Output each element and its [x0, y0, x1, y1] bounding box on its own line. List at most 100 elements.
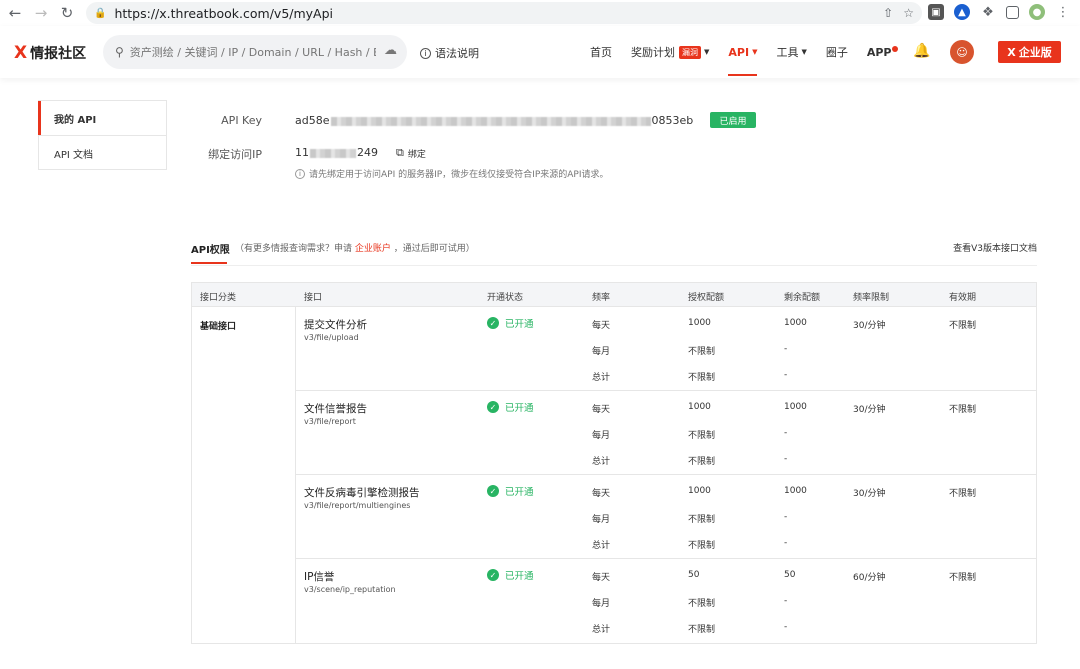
quota-cell: 1000 [688, 318, 711, 328]
copy-icon: ⧉ [396, 146, 404, 159]
bound-ip-value: 11 249 [295, 146, 378, 159]
threatbook-x-icon: X [14, 43, 28, 63]
period-cell: 每天 [592, 489, 611, 499]
nav-api[interactable]: API ▼ [728, 26, 758, 78]
nav-circle-label: 圈子 [825, 46, 848, 59]
upload-cloud-icon[interactable]: ☁ [384, 43, 397, 58]
syntax-label: 语法说明 [435, 47, 479, 60]
sidebar-item-api-docs[interactable]: API 文档 [39, 136, 166, 171]
search-icon: ⚲ [115, 45, 124, 59]
bind-label: 绑定 [407, 149, 426, 160]
info-icon: i [420, 47, 431, 59]
sidebar-item-label: API 文档 [54, 150, 93, 161]
extensions-puzzle-icon[interactable]: ❖ [980, 4, 996, 20]
browser-toolbar: ← → ↻ 🔒 https://x.threatbook.com/v5/myAp… [0, 0, 1080, 26]
syntax-help-link[interactable]: i 语法说明 [420, 45, 479, 61]
status-text: 已开通 [505, 403, 534, 414]
validity-cell: 不限制 [949, 489, 977, 499]
extension-bitwarden-icon[interactable]: ▣ [928, 4, 944, 20]
rate-limit-cell: 30/分钟 [853, 321, 886, 331]
ip-suffix: 249 [357, 146, 378, 159]
search-input[interactable] [129, 45, 376, 59]
remaining-cell: - [784, 596, 788, 606]
threatbook-x-icon: X [1007, 45, 1016, 59]
ip-prefix: 11 [295, 146, 309, 159]
search-box[interactable]: ⚲ ☁ [103, 35, 407, 69]
info-icon: i [295, 168, 305, 179]
logo[interactable]: X 情报社区 [14, 43, 86, 63]
permissions-note: （有更多情报查询需求？申请 企业账户 ，通过后即可试用） [235, 241, 475, 254]
sidebar-item-my-api[interactable]: 我的 API [38, 101, 166, 136]
status-enabled: ✓ 已开通 [487, 316, 534, 330]
col-quota: 授权配额 [688, 293, 725, 303]
bookmark-star-icon[interactable]: ☆ [903, 6, 914, 20]
nav-rewards[interactable]: 奖励计划 漏洞 ▼ [631, 26, 709, 78]
menu-kebab-icon[interactable]: ⋮ [1055, 4, 1071, 20]
period-cell: 每月 [592, 431, 611, 441]
quota-cell: 不限制 [688, 599, 716, 609]
reload-icon[interactable]: ↻ [56, 2, 78, 24]
col-interface: 接口 [304, 293, 323, 303]
nav-tools-label: 工具 [776, 46, 799, 59]
table-header: 接口分类 接口 开通状态 频率 授权配额 剩余配额 频率限制 有效期 [192, 283, 1036, 307]
col-frequency: 频率 [592, 293, 611, 303]
check-circle-icon: ✓ [487, 401, 499, 413]
remaining-cell: - [784, 622, 788, 632]
tab-api-permissions[interactable]: API权限 [191, 241, 230, 264]
logo-text: 情报社区 [30, 46, 87, 62]
sidebar-item-label: 我的 API [54, 114, 97, 126]
api-key-label: API Key [221, 114, 262, 127]
v3-docs-link[interactable]: 查看V3版本接口文档 [953, 241, 1037, 254]
enterprise-account-link[interactable]: 企业账户 [355, 244, 391, 254]
lock-icon: 🔒 [94, 7, 107, 19]
validity-cell: 不限制 [949, 321, 977, 331]
period-cell: 总计 [592, 625, 611, 635]
app-header: X 情报社区 ⚲ ☁ i 语法说明 首页 奖励计划 漏洞 ▼ API ▼ 工具 … [0, 26, 1080, 78]
profile-icon[interactable]: ● [1029, 4, 1045, 20]
period-cell: 每月 [592, 599, 611, 609]
quota-cell: 1000 [688, 486, 711, 496]
period-cell: 总计 [592, 541, 611, 551]
nav-circle[interactable]: 圈子 [826, 26, 848, 78]
check-circle-icon: ✓ [487, 485, 499, 497]
col-rate-limit: 频率限制 [853, 293, 890, 303]
forward-icon[interactable]: → [30, 2, 52, 24]
quota-cell: 不限制 [688, 431, 716, 441]
enterprise-button[interactable]: X 企业版 [998, 41, 1061, 63]
table-row: 文件反病毒引擎检测报告 v3/file/report/multiengines … [296, 475, 1036, 559]
period-cell: 每天 [592, 321, 611, 331]
period-cell: 每月 [592, 347, 611, 357]
bind-ip-button[interactable]: ⧉ 绑定 [396, 146, 426, 160]
share-icon[interactable]: ⇧ [883, 6, 893, 20]
top-nav: 首页 奖励计划 漏洞 ▼ API ▼ 工具 ▼ 圈子 APP [590, 26, 917, 78]
period-cell: 每天 [592, 405, 611, 415]
nav-tools[interactable]: 工具 ▼ [776, 26, 806, 78]
status-enabled: ✓ 已开通 [487, 400, 534, 414]
rate-limit-cell: 30/分钟 [853, 489, 886, 499]
ip-hint: i 请先绑定用于访问API 的服务器IP，微步在线仅接受符合IP来源的API请求… [295, 167, 609, 180]
quota-cell: 不限制 [688, 373, 716, 383]
status-enabled: ✓ 已开通 [487, 568, 534, 582]
status-text: 已开通 [505, 571, 534, 582]
bell-icon[interactable]: 🔔 [913, 43, 930, 59]
nav-app[interactable]: APP [867, 26, 899, 78]
redacted-key [330, 116, 651, 126]
divider [191, 265, 1037, 266]
back-icon[interactable]: ← [4, 2, 26, 24]
nav-app-label: APP [866, 45, 892, 59]
sidebar-toggle-icon[interactable] [1006, 5, 1019, 19]
note-prefix: （有更多情报查询需求？申请 [235, 244, 353, 254]
extension-triangle-icon[interactable]: ▲ [954, 4, 970, 20]
rate-limit-cell: 60/分钟 [853, 573, 886, 583]
avatar[interactable]: ☺ [950, 40, 974, 64]
vuln-badge: 漏洞 [679, 45, 701, 59]
api-name: IP信誉 [304, 571, 335, 583]
url-text: https://x.threatbook.com/v5/myApi [114, 5, 334, 21]
rate-limit-cell: 30/分钟 [853, 405, 886, 415]
address-bar[interactable]: 🔒 https://x.threatbook.com/v5/myApi ⇧ ☆ [86, 2, 922, 24]
period-cell: 每天 [592, 573, 611, 583]
remaining-cell: - [784, 344, 788, 354]
nav-home[interactable]: 首页 [590, 26, 612, 78]
notification-dot-icon [892, 46, 899, 52]
ip-hint-text: 请先绑定用于访问API 的服务器IP，微步在线仅接受符合IP来源的API请求。 [309, 170, 609, 180]
